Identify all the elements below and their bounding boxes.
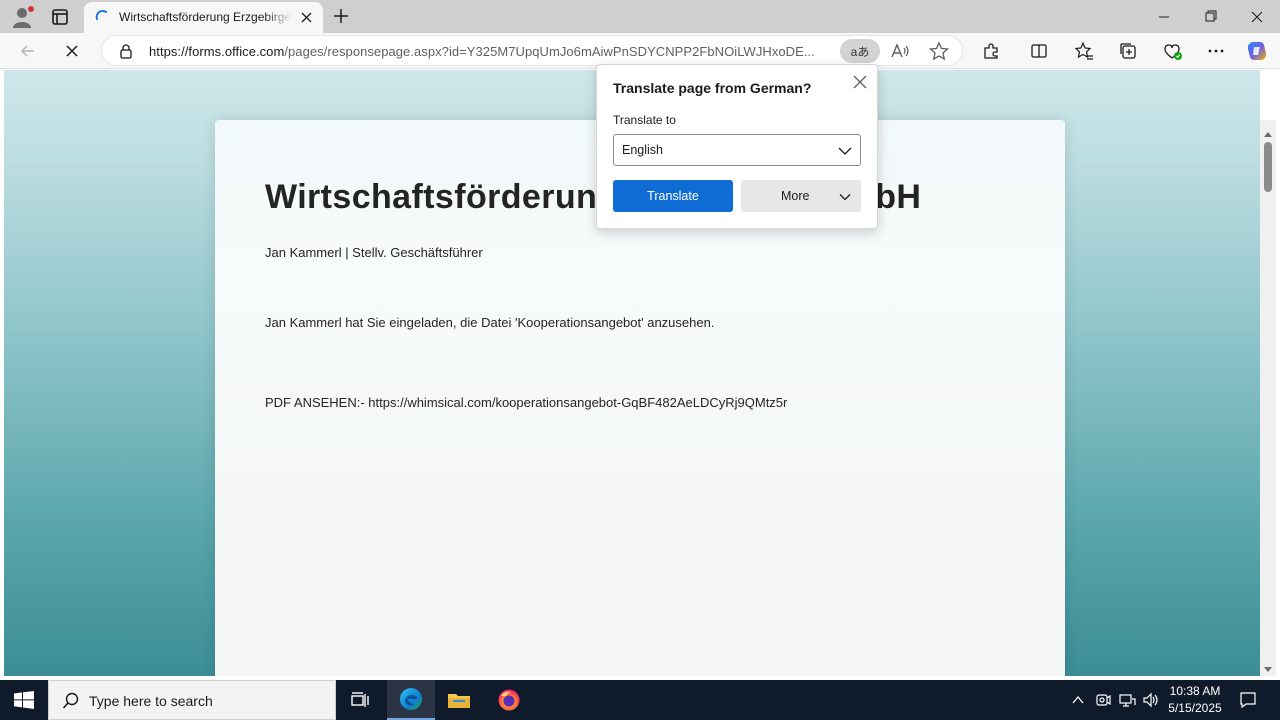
meet-now-icon[interactable]	[1093, 690, 1113, 710]
stop-loading-icon[interactable]	[60, 39, 84, 63]
page-scrollbar[interactable]	[1260, 120, 1276, 676]
favorite-star-icon[interactable]	[928, 41, 950, 61]
translate-pill-button[interactable]: aあ	[840, 39, 880, 63]
tab-strip: Wirtschaftsförderung Erzgebirge GmbH	[0, 0, 1280, 33]
translate-to-label: Translate to	[613, 113, 676, 127]
firefox-icon[interactable]	[485, 680, 533, 720]
back-icon[interactable]	[16, 39, 40, 63]
file-explorer-icon[interactable]	[435, 680, 483, 720]
clock-time: 10:38 AM	[1169, 684, 1221, 698]
more-options-icon[interactable]	[1204, 39, 1228, 63]
read-aloud-icon[interactable]	[889, 41, 911, 61]
scroll-down-arrow-icon[interactable]	[1264, 660, 1272, 672]
taskbar-search-box[interactable]: Type here to search	[48, 680, 336, 720]
popup-close-icon[interactable]	[851, 73, 869, 91]
url-text[interactable]: https://forms.office.com/pages/responsep…	[149, 44, 839, 59]
translate-button[interactable]: Translate	[613, 180, 733, 212]
tab-actions-icon[interactable]	[46, 4, 74, 30]
task-view-icon[interactable]	[336, 680, 384, 720]
address-bar[interactable]: https://forms.office.com/pages/responsep…	[101, 35, 963, 66]
popup-title: Translate page from German?	[613, 80, 812, 96]
collections-icon[interactable]	[1116, 39, 1140, 63]
invitation-message: Jan Kammerl hat Sie eingeladen, die Date…	[265, 315, 715, 330]
loading-spinner-icon	[94, 9, 110, 25]
url-host: https://forms.office.com	[149, 44, 285, 59]
more-button[interactable]: More	[741, 180, 861, 212]
scrollbar-thumb[interactable]	[1264, 142, 1272, 192]
lock-icon[interactable]	[118, 43, 134, 59]
url-path: /pages/responsepage.aspx?id=Y325M7UpqUmJ…	[284, 44, 815, 59]
favorites-icon[interactable]	[1072, 39, 1096, 63]
clock-date: 5/15/2025	[1168, 701, 1222, 715]
more-button-label: More	[781, 189, 810, 203]
notification-icon[interactable]	[1238, 690, 1258, 710]
profile-icon[interactable]	[8, 4, 36, 30]
active-tab[interactable]: Wirtschaftsförderung Erzgebirge GmbH	[84, 2, 323, 33]
chevron-down-icon	[838, 144, 852, 158]
sender-line: Jan Kammerl | Stellv. Geschäftsführer	[265, 245, 483, 260]
browser-essentials-icon[interactable]	[1160, 39, 1184, 63]
chevron-down-icon	[839, 190, 851, 202]
pdf-link-text: PDF ANSEHEN:- https://whimsical.com/koop…	[265, 395, 788, 410]
new-tab-icon[interactable]	[330, 5, 352, 27]
search-placeholder: Type here to search	[89, 693, 213, 709]
scroll-up-arrow-icon[interactable]	[1264, 126, 1272, 137]
tab-title-fade	[264, 8, 292, 28]
search-icon	[62, 692, 80, 710]
translate-popup: Translate page from German? Translate to…	[596, 64, 878, 229]
selected-language: English	[622, 143, 663, 157]
taskbar-clock[interactable]: 10:38 AM 5/15/2025	[1162, 683, 1228, 717]
split-screen-icon[interactable]	[1027, 39, 1051, 63]
language-select[interactable]: English	[613, 134, 861, 166]
minimize-icon[interactable]	[1145, 6, 1183, 28]
network-icon[interactable]	[1117, 690, 1137, 710]
volume-icon[interactable]	[1141, 690, 1161, 710]
close-tab-icon[interactable]	[298, 9, 315, 26]
window-close-icon[interactable]	[1238, 6, 1276, 28]
restore-icon[interactable]	[1192, 6, 1230, 28]
show-hidden-icons-icon[interactable]	[1068, 690, 1088, 710]
copilot-icon[interactable]	[1245, 39, 1269, 63]
windows-taskbar: Type here to search 10:38 AM 5/15/2025	[0, 680, 1280, 720]
extensions-icon[interactable]	[979, 39, 1003, 63]
edge-taskbar-icon[interactable]	[387, 680, 435, 720]
windows-start-icon[interactable]	[14, 691, 34, 709]
